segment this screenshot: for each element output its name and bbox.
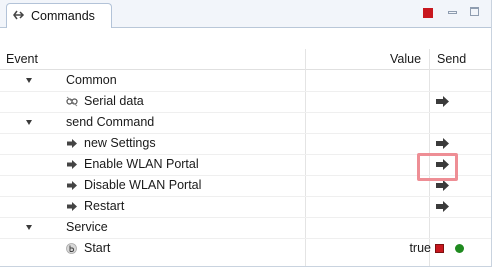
send-arrow-icon[interactable] <box>435 95 450 108</box>
service-row-start[interactable]: Start true <box>0 238 491 259</box>
service-b-icon <box>66 243 77 254</box>
service-value: true <box>409 241 431 255</box>
service-label: Start <box>84 241 111 255</box>
command-label: new Settings <box>84 136 156 150</box>
command-arrow-icon <box>67 160 77 169</box>
minimize-icon[interactable] <box>448 11 457 14</box>
command-label: Disable WLAN Portal <box>84 178 202 192</box>
expand-collapse-icon[interactable] <box>26 78 32 83</box>
serial-data-icon <box>66 96 78 107</box>
command-label: Enable WLAN Portal <box>84 157 199 171</box>
command-label: Serial data <box>84 94 144 108</box>
column-header-send[interactable]: Send <box>437 52 466 66</box>
command-arrow-icon <box>67 202 77 211</box>
command-row-new-settings[interactable]: new Settings <box>0 133 491 155</box>
command-arrow-icon <box>67 139 77 148</box>
tab-commands[interactable]: Commands <box>6 3 112 28</box>
expand-collapse-icon[interactable] <box>26 120 32 125</box>
stop-service-icon[interactable] <box>435 244 444 253</box>
tab-label: Commands <box>31 9 95 23</box>
maximize-icon[interactable] <box>470 7 479 16</box>
group-row-send-command[interactable]: send Command <box>0 112 491 134</box>
command-label: Restart <box>84 199 125 213</box>
group-label: send Command <box>66 115 155 129</box>
expand-collapse-icon[interactable] <box>26 225 32 230</box>
command-row-serial-data[interactable]: Serial data <box>0 91 491 113</box>
highlight-box <box>417 153 458 181</box>
send-arrow-icon[interactable] <box>435 200 450 213</box>
column-header-event[interactable]: Event <box>6 52 38 66</box>
start-service-icon[interactable] <box>455 244 464 253</box>
send-arrow-icon[interactable] <box>435 137 450 150</box>
column-header-value[interactable]: Value <box>390 52 421 66</box>
command-arrow-icon <box>67 181 77 190</box>
stop-icon[interactable] <box>423 8 433 18</box>
commands-view-icon <box>13 10 25 20</box>
table-header: Event Value Send <box>0 49 491 70</box>
group-label: Service <box>66 220 108 234</box>
group-row-common[interactable]: Common <box>0 70 491 92</box>
group-row-service[interactable]: Service <box>0 217 491 239</box>
view-tab-bar: Commands <box>0 0 491 28</box>
group-label: Common <box>66 73 117 87</box>
command-row-restart[interactable]: Restart <box>0 196 491 218</box>
